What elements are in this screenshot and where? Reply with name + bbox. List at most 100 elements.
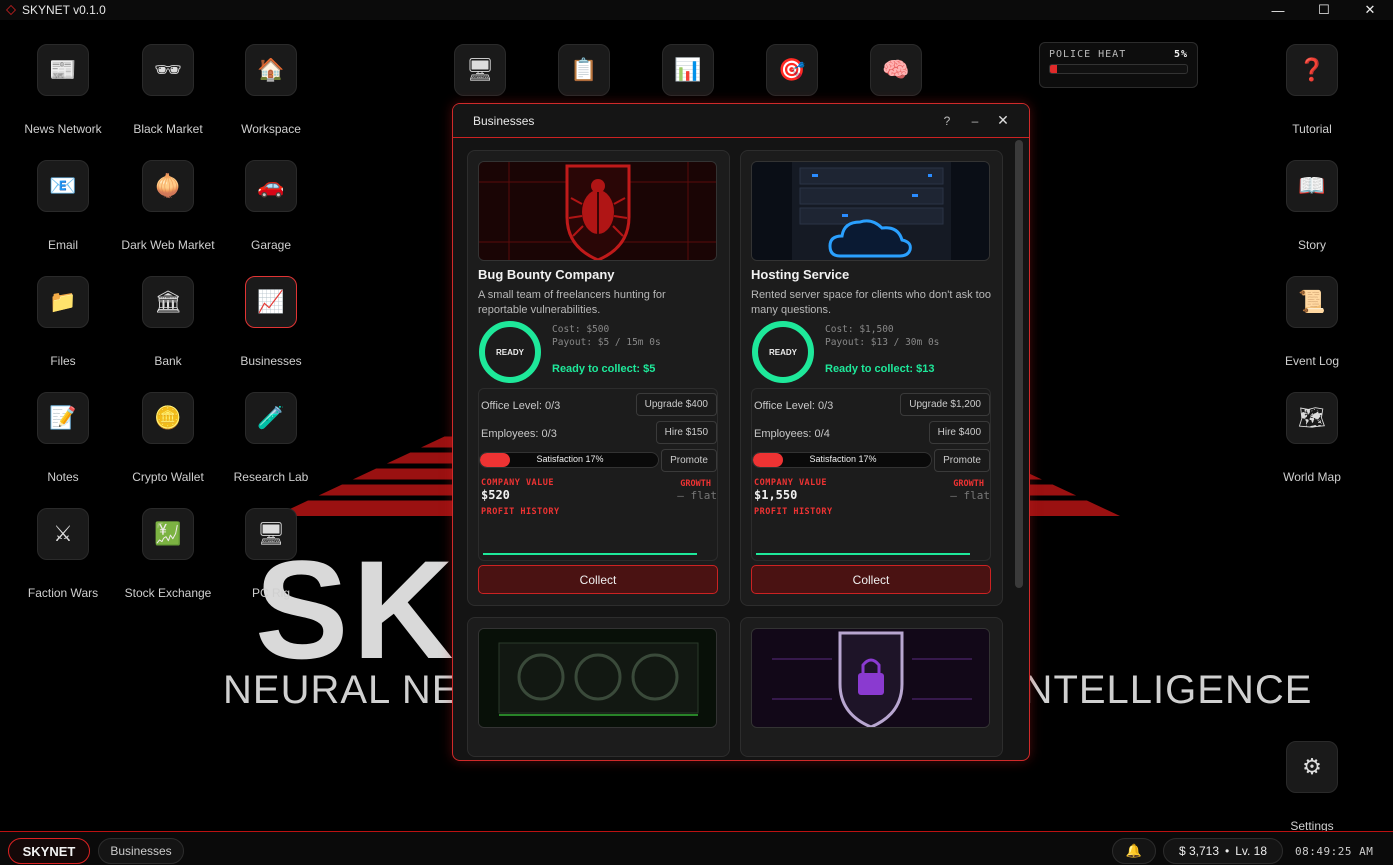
close-window-button[interactable]: ✕ <box>1347 0 1393 20</box>
chart-up-icon: 📈 <box>245 276 297 328</box>
help-button[interactable]: ? <box>933 114 961 128</box>
desktop-icon-workspace[interactable]: 🏠 Workspace <box>216 44 326 136</box>
start-button[interactable]: SKYNET <box>8 838 90 864</box>
top-app-clipboard-icon[interactable]: 📋 <box>558 44 610 96</box>
business-panel: Office Level: 0/3 Upgrade $400 Employees… <box>478 388 718 561</box>
money-amount: $ 3,713 <box>1178 844 1220 858</box>
desktop-icon-businesses[interactable]: 📈 Businesses <box>216 276 326 368</box>
window-title: SKYNET v0.1.0 <box>22 3 106 17</box>
collect-button[interactable]: Collect <box>478 565 718 594</box>
swords-icon: ⚔ <box>37 508 89 560</box>
title-bar: SKYNET v0.1.0 — ☐ ✕ <box>0 0 1393 20</box>
desktop-icon-notes[interactable]: 📝 Notes <box>8 392 118 484</box>
desktop-icon-label: PC Rig <box>251 586 290 600</box>
desktop-icon-label: News Network <box>24 122 102 136</box>
upgrade-button[interactable]: Upgrade $1,200 <box>900 393 990 416</box>
window-scrollbar[interactable] <box>1015 140 1023 588</box>
desktop-icon-email[interactable]: 📧 Email <box>8 160 118 252</box>
desktop-icon-files[interactable]: 📁 Files <box>8 276 118 368</box>
desktop-icon-story[interactable]: 📖 Story <box>1257 160 1367 252</box>
police-heat-meter: POLICE HEAT 5% <box>1039 42 1198 88</box>
business-card-partial <box>467 617 730 757</box>
desktop-icon-label: Event Log <box>1284 354 1340 368</box>
businesses-window-title: Businesses <box>473 113 535 128</box>
business-cost: Cost: $500 <box>552 324 610 335</box>
desktop-icon-label: Tutorial <box>1292 122 1332 136</box>
hire-button[interactable]: Hire $400 <box>928 421 990 444</box>
business-meta: Cost: $500 Payout: $5 / 15m 0s <box>552 323 661 349</box>
app-logo-icon <box>6 5 16 15</box>
collect-button[interactable]: Collect <box>751 565 991 594</box>
business-meta: Cost: $1,500 Payout: $13 / 30m 0s <box>825 323 939 349</box>
business-name: Hosting Service <box>751 267 850 282</box>
car-icon: 🚗 <box>245 160 297 212</box>
ready-to-collect: Ready to collect: $5 <box>552 363 656 375</box>
desktop-icon-bank[interactable]: 🏛 Bank <box>113 276 223 368</box>
desktop-icon-stock-exchange[interactable]: 💹 Stock Exchange <box>113 508 223 600</box>
maximize-window-button[interactable]: ☐ <box>1301 0 1347 20</box>
desktop-icon-world-map[interactable]: 🗺 World Map <box>1257 392 1367 484</box>
promote-button[interactable]: Promote <box>661 449 717 472</box>
businesses-window: Businesses ? – ✕ Bug Bounty Company A sm <box>452 103 1030 761</box>
desktop-icon-crypto-wallet[interactable]: 🪙 Crypto Wallet <box>113 392 223 484</box>
desktop-icon-black-market[interactable]: 🕶 Black Market <box>113 44 223 136</box>
business-description: Rented server space for clients who don'… <box>751 289 991 316</box>
business-panel: Office Level: 0/3 Upgrade $1,200 Employe… <box>751 388 991 561</box>
growth-value: — flat <box>950 489 990 502</box>
notification-bell-icon[interactable]: 🔔 <box>1112 838 1156 864</box>
profit-history-line <box>756 553 970 555</box>
minimize-window-button[interactable]: — <box>1255 0 1301 20</box>
memo-icon: 📝 <box>37 392 89 444</box>
desktop-icon-tutorial[interactable]: ❓ Tutorial <box>1257 44 1367 136</box>
desktop-icon-research-lab[interactable]: 🧪 Research Lab <box>216 392 326 484</box>
desktop-icon-pc-rig[interactable]: 🖥 PC Rig <box>216 508 326 600</box>
business-card-bug-bounty: Bug Bounty Company A small team of freel… <box>467 150 730 606</box>
desktop-icon-label: Bank <box>154 354 182 368</box>
close-button[interactable]: ✕ <box>989 112 1017 129</box>
profit-history-line <box>483 553 697 555</box>
ready-ring: READY <box>479 321 541 383</box>
mask-icon: 🕶 <box>142 44 194 96</box>
hire-button[interactable]: Hire $150 <box>655 421 717 444</box>
minimize-button[interactable]: – <box>961 114 989 128</box>
police-heat-bar <box>1049 64 1188 74</box>
top-app-brain-icon[interactable]: 🧠 <box>870 44 922 96</box>
desktop-icon-dark-web-market[interactable]: 🧅 Dark Web Market <box>113 160 223 252</box>
police-heat-fill <box>1050 65 1057 73</box>
ready-ring: READY <box>752 321 814 383</box>
taskbar-item-businesses[interactable]: Businesses <box>98 838 184 864</box>
top-app-target-icon[interactable]: 🎯 <box>766 44 818 96</box>
employees-count: Employees: 0/3 <box>481 428 557 440</box>
desktop-icon-label: Research Lab <box>233 470 309 484</box>
taskbar: SKYNET Businesses 🔔 $ 3,713 • Lv. 18 08:… <box>0 831 1393 865</box>
upgrade-button[interactable]: Upgrade $400 <box>635 393 717 416</box>
police-heat-label: POLICE HEAT <box>1049 49 1127 60</box>
growth-label: GROWTH <box>680 479 711 489</box>
player-level: Lv. 18 <box>1235 844 1268 858</box>
business-cost: Cost: $1,500 <box>825 324 894 335</box>
top-app-computer-icon[interactable]: 🖥 <box>454 44 506 96</box>
desktop-icon-label: Story <box>1297 238 1326 252</box>
desktop-icon-label: Email <box>47 238 78 252</box>
desktop-icon-garage[interactable]: 🚗 Garage <box>216 160 326 252</box>
desktop-icon-label: Faction Wars <box>27 586 99 600</box>
bank-icon: 🏛 <box>142 276 194 328</box>
business-payout: Payout: $5 / 15m 0s <box>552 337 661 348</box>
profit-history-label: PROFIT HISTORY <box>754 507 833 517</box>
onion-icon: 🧅 <box>142 160 194 212</box>
growth-label: GROWTH <box>953 479 984 489</box>
clock: 08:49:25 AM <box>1295 845 1374 858</box>
desktop-icon-label: Files <box>50 354 76 368</box>
top-app-bar-chart-icon[interactable]: 📊 <box>662 44 714 96</box>
desktop-icon-faction-wars[interactable]: ⚔ Faction Wars <box>8 508 118 600</box>
desktop-icon-label: Businesses <box>240 354 302 368</box>
email-icon: 📧 <box>37 160 89 212</box>
desktop-icon-settings[interactable]: ⚙ Settings <box>1257 741 1367 833</box>
promote-button[interactable]: Promote <box>934 449 990 472</box>
desktop-icon-news-network[interactable]: 📰 News Network <box>8 44 118 136</box>
bug-bounty-image <box>478 161 717 261</box>
businesses-window-header[interactable]: Businesses ? – ✕ <box>453 104 1029 138</box>
desktop-icon-event-log[interactable]: 📜 Event Log <box>1257 276 1367 368</box>
company-value-label: COMPANY VALUE <box>481 478 555 488</box>
company-value: $1,550 <box>754 488 798 502</box>
